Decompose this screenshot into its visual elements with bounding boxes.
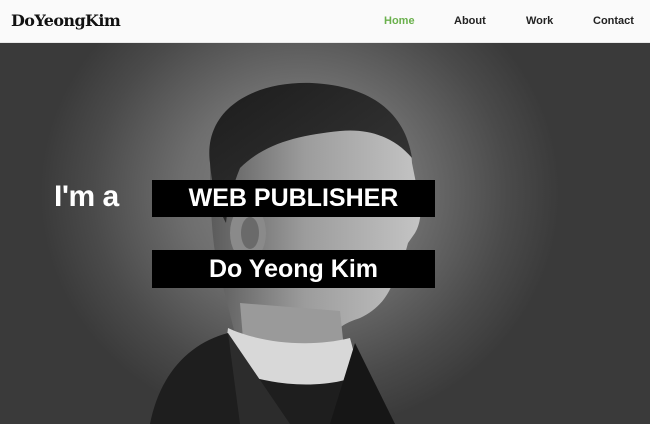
- hero-intro-text: I'm a: [54, 180, 119, 213]
- site-header: DoYeongKim Home About Work Contact: [0, 0, 650, 43]
- nav-item-contact[interactable]: Contact: [593, 15, 634, 27]
- nav-item-home[interactable]: Home: [384, 15, 415, 27]
- hero-section: I'm a WEB PUBLISHER Do Yeong Kim: [0, 43, 650, 424]
- hero-role-label: WEB PUBLISHER: [152, 180, 435, 217]
- hero-portrait-image: [150, 82, 421, 424]
- nav-item-work[interactable]: Work: [526, 15, 553, 27]
- nav-item-about[interactable]: About: [454, 15, 486, 27]
- hero-name-label: Do Yeong Kim: [152, 250, 435, 288]
- main-nav: Home About Work Contact: [0, 0, 650, 43]
